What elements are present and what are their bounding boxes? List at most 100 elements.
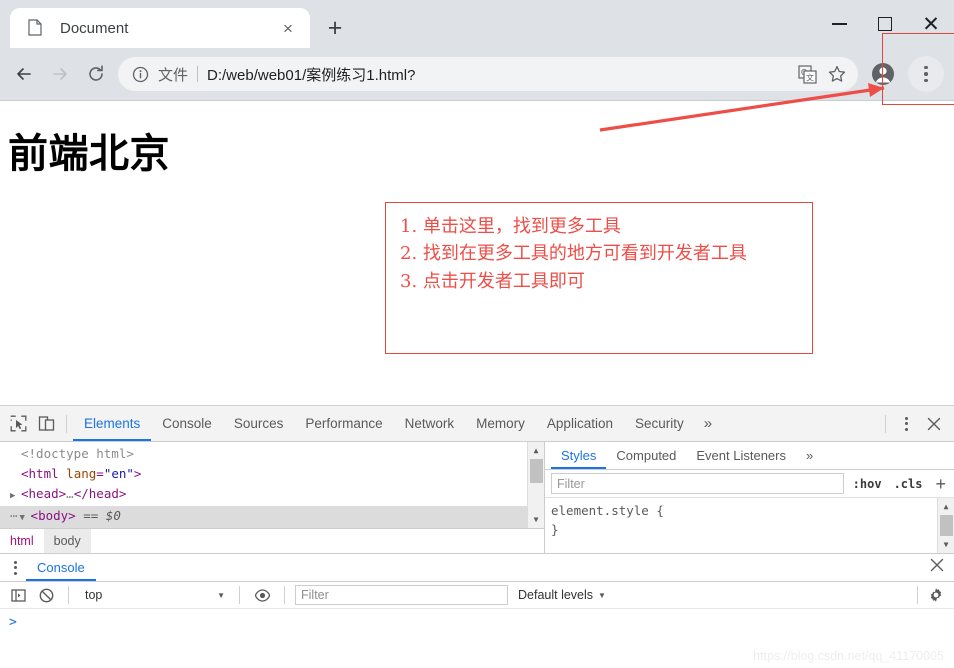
annotation-box: 1. 单击这里，找到更多工具 2. 找到在更多工具的地方可看到开发者工具 3. …	[385, 202, 813, 354]
inspect-element-icon[interactable]	[4, 410, 32, 438]
html-attr-value: "en"	[103, 466, 134, 481]
styles-filter-input[interactable]	[551, 473, 844, 494]
close-icon	[930, 558, 944, 572]
dom-tree-scrollbar[interactable]: ▲ ▼	[527, 442, 544, 528]
style-rule-selector: element.style {	[551, 503, 664, 518]
body-tag-name: body	[38, 508, 69, 523]
close-window-button[interactable]: ✕	[908, 0, 954, 48]
devtools-tab-bar: Elements Console Sources Performance Net…	[0, 406, 954, 442]
gear-icon[interactable]	[924, 583, 948, 607]
elements-dom-panel: <!doctype html> <html lang="en"> ▶ <head>…	[0, 442, 545, 554]
annotation-steps: 1. 单击这里，找到更多工具 2. 找到在更多工具的地方可看到开发者工具 3. …	[386, 203, 812, 295]
styles-tab-computed[interactable]: Computed	[606, 442, 686, 469]
dom-line-body-selected[interactable]: ⋯ ▼ <body> == $0	[0, 506, 544, 528]
style-rule-close-brace: }	[551, 522, 559, 537]
address-bar[interactable]: 文件 D:/web/web01/案例练习1.html? G 文	[118, 57, 858, 91]
dom-tree[interactable]: <!doctype html> <html lang="en"> ▶ <head>…	[0, 442, 544, 528]
devtools-tab-elements[interactable]: Elements	[73, 406, 151, 441]
head-tag-name: head	[28, 486, 59, 501]
back-button[interactable]	[6, 56, 42, 92]
forward-button[interactable]	[42, 56, 78, 92]
maximize-button[interactable]	[862, 0, 908, 48]
dom-line-head[interactable]: ▶ <head>…</head>	[0, 484, 544, 506]
dom-line-html[interactable]: <html lang="en">	[0, 464, 544, 484]
scrollbar-thumb[interactable]	[939, 515, 953, 536]
chevron-down-icon: ▼	[598, 590, 606, 600]
scrollbar-thumb[interactable]	[529, 459, 543, 483]
console-output[interactable]: > https://blog.csdn.net/qq_41170005	[0, 609, 954, 668]
expand-triangle-icon[interactable]: ▶	[10, 486, 21, 506]
devtools-more-tabs-button[interactable]: »	[695, 406, 721, 441]
breadcrumb-item-html[interactable]: html	[0, 529, 44, 554]
styles-tab-bar: Styles Computed Event Listeners »	[545, 442, 954, 470]
node-overflow-ellipsis: ⋯	[10, 508, 18, 523]
devtools-tabbar-actions	[879, 410, 954, 438]
console-toolbar-divider	[68, 586, 69, 604]
clear-console-icon[interactable]	[34, 583, 58, 607]
dom-line-doctype[interactable]: <!doctype html>	[0, 444, 544, 464]
omnibox-actions: G 文	[792, 59, 852, 89]
drawer-tab-bar: Console	[0, 554, 954, 582]
html-tag-name: html	[28, 466, 59, 481]
execution-context-selector[interactable]: top ▼	[79, 584, 229, 606]
devtools-panel: Elements Console Sources Performance Net…	[0, 405, 954, 668]
console-drawer: Console top ▼ Filter Default levels ▼ > …	[0, 553, 954, 668]
hov-toggle-button[interactable]: :hov	[850, 477, 885, 491]
log-levels-selector[interactable]: Default levels ▼	[512, 588, 612, 602]
new-tab-button[interactable]: +	[318, 11, 352, 45]
chrome-menu-button[interactable]	[908, 56, 944, 92]
devtools-tab-network[interactable]: Network	[394, 406, 466, 441]
drawer-tab-console[interactable]: Console	[26, 554, 96, 581]
account-avatar-icon	[872, 63, 894, 85]
console-sidebar-icon[interactable]	[6, 583, 30, 607]
star-icon[interactable]	[822, 59, 852, 89]
console-prompt-icon: >	[9, 615, 17, 630]
styles-panel: Styles Computed Event Listeners » :hov .…	[545, 442, 954, 553]
devtools-close-button[interactable]	[920, 410, 948, 438]
annotation-step-3: 3. 点击开发者工具即可	[400, 270, 585, 292]
devtools-tab-memory[interactable]: Memory	[465, 406, 536, 441]
styles-more-tabs-button[interactable]: »	[796, 442, 823, 469]
styles-tab-event-listeners[interactable]: Event Listeners	[686, 442, 796, 469]
scroll-down-arrow-icon[interactable]: ▼	[938, 536, 954, 553]
styles-tab-styles[interactable]: Styles	[551, 442, 606, 469]
scroll-up-arrow-icon[interactable]: ▲	[528, 442, 545, 459]
devtools-tab-application[interactable]: Application	[536, 406, 624, 441]
info-circle-icon[interactable]	[132, 66, 149, 83]
devtools-tab-performance[interactable]: Performance	[294, 406, 393, 441]
drawer-menu-button[interactable]	[4, 560, 26, 575]
profile-avatar-button[interactable]	[866, 57, 900, 91]
browser-toolbar: 文件 D:/web/web01/案例练习1.html? G 文	[0, 48, 954, 100]
minimize-button[interactable]	[816, 0, 862, 48]
live-expression-icon[interactable]	[250, 583, 274, 607]
new-style-rule-button[interactable]: +	[931, 475, 950, 493]
browser-window: Document × + ✕ 文件 D:/web/web01/案例练习1.htm…	[0, 0, 954, 668]
drawer-close-button[interactable]	[930, 558, 954, 577]
devtools-menu-button[interactable]	[892, 410, 920, 438]
browser-tab[interactable]: Document ×	[10, 8, 310, 48]
tab-title: Document	[60, 19, 129, 37]
breadcrumb-item-body[interactable]: body	[43, 528, 91, 554]
collapsed-ellipsis: …	[66, 486, 74, 501]
translate-icon[interactable]: G 文	[792, 59, 822, 89]
styles-scrollbar[interactable]: ▲ ▼	[937, 498, 954, 553]
collapse-triangle-icon[interactable]: ▼	[20, 508, 31, 528]
svg-text:文: 文	[806, 72, 814, 82]
devtools-tab-security[interactable]: Security	[624, 406, 695, 441]
scroll-up-arrow-icon[interactable]: ▲	[938, 498, 954, 515]
actions-divider	[885, 414, 886, 433]
console-filter-input[interactable]	[295, 585, 508, 605]
selected-node-marker: == $0	[83, 508, 121, 523]
tab-close-button[interactable]: ×	[276, 16, 300, 40]
devtools-tab-console[interactable]: Console	[151, 406, 223, 441]
styles-rules-content[interactable]: element.style { } ▲ ▼	[545, 498, 954, 553]
reload-icon	[89, 65, 103, 81]
device-toolbar-icon[interactable]	[32, 410, 60, 438]
reload-button[interactable]	[78, 56, 114, 92]
cls-toggle-button[interactable]: .cls	[891, 477, 926, 491]
annotation-step-2: 2. 找到在更多工具的地方可看到开发者工具	[400, 243, 747, 265]
annotation-step-1: 1. 单击这里，找到更多工具	[400, 216, 621, 237]
devtools-tab-sources[interactable]: Sources	[223, 406, 295, 441]
close-icon	[927, 417, 941, 430]
scroll-down-arrow-icon[interactable]: ▼	[528, 511, 545, 528]
